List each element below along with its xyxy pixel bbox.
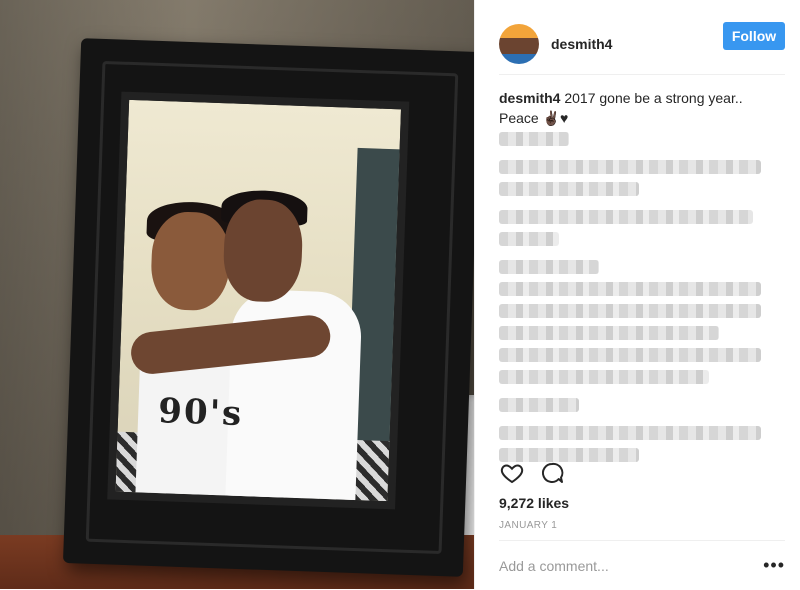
blurred-comment-line <box>499 348 761 362</box>
caption-emoji: ✌🏿♥ <box>542 110 569 126</box>
blurred-comment-line <box>499 398 579 412</box>
follow-button[interactable]: Follow <box>723 22 785 50</box>
blurred-comment-line <box>499 326 719 340</box>
comment-input[interactable]: Add a comment... <box>499 558 609 574</box>
more-options-icon[interactable]: ••• <box>763 555 785 576</box>
user-avatar[interactable] <box>499 24 539 64</box>
shirt-print: 90's <box>157 391 244 435</box>
woman-face <box>149 210 232 312</box>
header-username[interactable]: desmith4 <box>551 36 612 52</box>
blurred-comment-line <box>499 426 761 440</box>
blurred-comments <box>499 132 761 470</box>
post-actions <box>499 460 565 486</box>
man-face <box>222 198 304 303</box>
blurred-comment-line <box>499 210 753 224</box>
instagram-post: 90's desmith4 Follow desmith4 2017 gone … <box>0 0 800 589</box>
comment-icon[interactable] <box>539 460 565 486</box>
post-caption: desmith4 2017 gone be a strong year.. Pe… <box>499 88 769 128</box>
heart-icon[interactable] <box>499 460 525 486</box>
blurred-comment-line <box>499 160 761 174</box>
blurred-comment-line <box>499 282 761 296</box>
post-sidebar: desmith4 Follow desmith4 2017 gone be a … <box>474 0 800 589</box>
likes-count[interactable]: 9,272 likes <box>499 495 569 511</box>
blurred-comment-line <box>499 370 709 384</box>
picture-frame: 90's <box>62 38 474 577</box>
blurred-comment-line <box>499 182 639 196</box>
post-photo[interactable]: 90's <box>0 0 474 589</box>
blurred-comment-line <box>499 304 761 318</box>
post-header: desmith4 Follow <box>499 14 785 75</box>
blurred-comment-line <box>499 232 559 246</box>
caption-username[interactable]: desmith4 <box>499 90 560 106</box>
comment-bar: Add a comment... ••• <box>499 540 785 590</box>
blurred-comment-line <box>499 260 599 274</box>
framed-photo: 90's <box>107 91 410 510</box>
blurred-comment-line <box>499 132 569 146</box>
post-date: JANUARY 1 <box>499 520 558 531</box>
